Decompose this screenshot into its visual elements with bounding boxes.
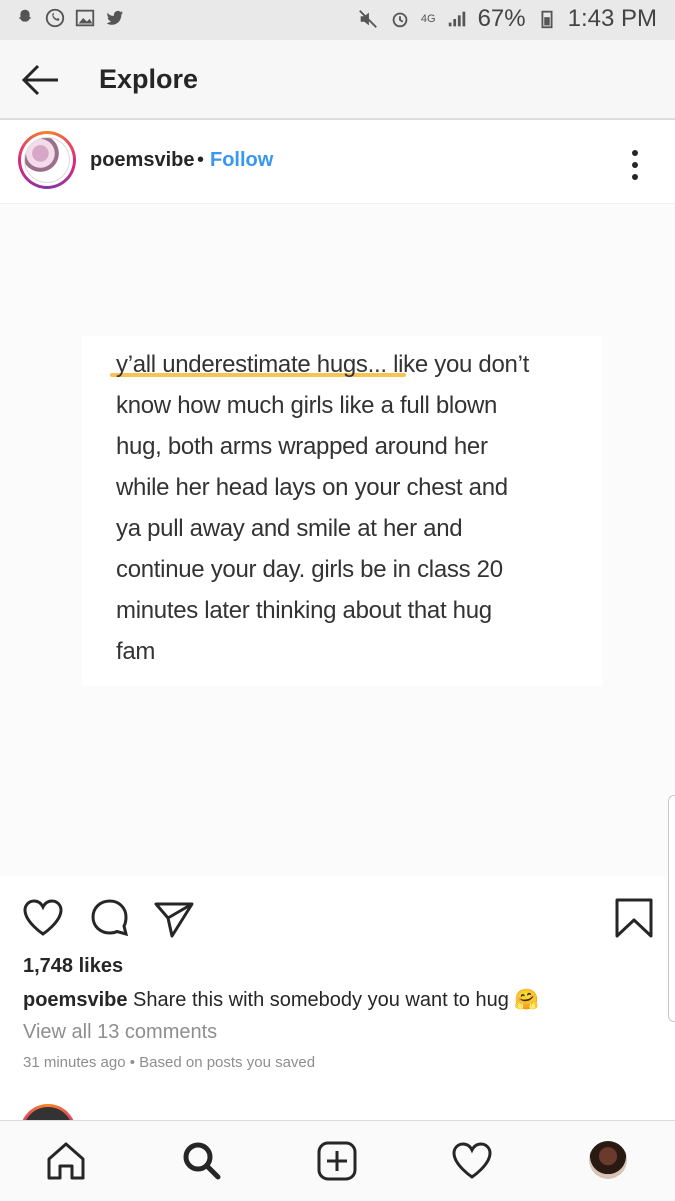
whatsapp-icon <box>45 8 65 28</box>
top-bar: Explore <box>0 40 675 120</box>
caption-text: Share this with somebody you want to hug… <box>127 989 540 1011</box>
post-image-text: y’all underestimate hugs... like you don… <box>116 351 529 665</box>
profile-avatar[interactable] <box>589 1141 627 1179</box>
add-post-icon[interactable] <box>315 1139 359 1183</box>
bottom-navigation <box>0 1120 675 1201</box>
heart-icon[interactable] <box>21 896 65 940</box>
signal-icon <box>448 11 465 27</box>
status-time: 1:43 PM <box>567 5 657 32</box>
post-avatar-frame <box>21 134 73 186</box>
network-4g-icon: 4G <box>420 13 436 25</box>
view-comments-link[interactable]: View all 13 comments <box>23 1021 217 1044</box>
bookmark-icon[interactable] <box>612 896 656 940</box>
mute-icon <box>358 10 377 28</box>
status-bar: 4G 67% 1:43 PM <box>0 0 675 40</box>
twitter-icon <box>106 10 124 25</box>
gallery-icon <box>75 9 95 27</box>
follow-button[interactable]: Follow <box>210 149 273 172</box>
post-meta: 31 minutes ago • Based on posts you save… <box>23 1054 316 1071</box>
page-title: Explore <box>99 64 199 94</box>
status-bar-left <box>14 7 126 29</box>
snapchat-icon <box>18 9 32 22</box>
battery-percent: 67% <box>477 5 526 32</box>
search-icon[interactable] <box>180 1139 224 1183</box>
post-actions <box>0 890 675 945</box>
post-avatar-image <box>24 137 70 183</box>
status-bar-right: 4G 67% 1:43 PM <box>357 5 657 33</box>
scroll-indicator[interactable] <box>668 795 675 1022</box>
more-options-icon[interactable] <box>620 147 650 183</box>
alarm-icon <box>392 12 408 28</box>
caption-username[interactable]: poemsvibe <box>23 989 127 1011</box>
post-avatar[interactable] <box>18 131 76 189</box>
share-icon[interactable] <box>152 896 196 940</box>
like-count[interactable]: 1,748 likes <box>23 955 123 978</box>
post-caption: poemsvibe Share this with somebody you w… <box>23 987 539 1012</box>
post-header: poemsvibe • Follow <box>0 120 675 204</box>
separator-dot: • <box>197 149 205 171</box>
post-username[interactable]: poemsvibe <box>90 149 194 172</box>
home-icon[interactable] <box>44 1139 88 1183</box>
back-arrow-icon[interactable] <box>18 60 62 100</box>
activity-heart-icon[interactable] <box>450 1139 494 1183</box>
comment-icon[interactable] <box>88 896 132 940</box>
battery-icon <box>541 10 553 29</box>
